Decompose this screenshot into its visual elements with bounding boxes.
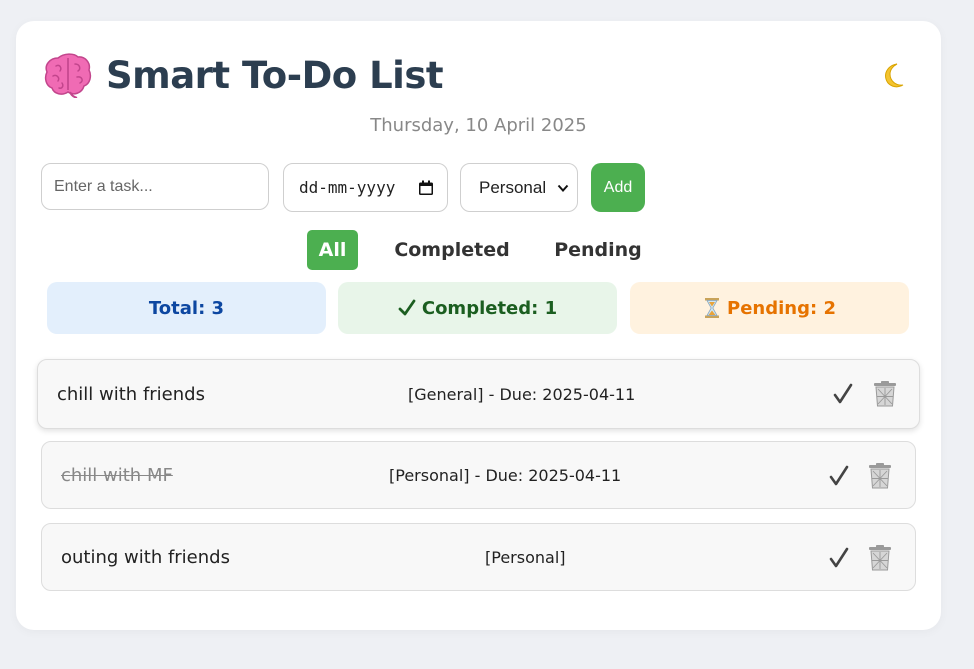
stat-completed-label: Completed: 1: [421, 297, 558, 319]
task-item: chill with MF [Personal] - Due: 2025-04-…: [41, 441, 916, 509]
task-name-completed: chill with MF: [61, 464, 173, 486]
add-button[interactable]: Add: [591, 163, 645, 212]
calendar-icon[interactable]: [418, 180, 434, 196]
filter-completed[interactable]: Completed: [386, 230, 518, 270]
current-date: Thursday, 10 April 2025: [370, 115, 587, 136]
trash-icon[interactable]: [873, 381, 897, 407]
stat-completed: Completed: 1: [338, 282, 617, 334]
todo-card: Smart To-Do List Thursday, 10 April 2025…: [16, 21, 941, 630]
complete-check-icon[interactable]: [828, 464, 850, 488]
stat-total-label: Total: 3: [148, 297, 225, 319]
checkmark-icon: [398, 299, 416, 317]
trash-icon[interactable]: [868, 463, 892, 489]
trash-icon[interactable]: [868, 545, 892, 571]
stat-total: Total: 3: [47, 282, 326, 334]
task-name: chill with friends: [57, 383, 205, 405]
task-meta: [General] - Due: 2025-04-11: [408, 384, 636, 404]
task-input[interactable]: [41, 163, 269, 210]
complete-check-icon[interactable]: [828, 546, 850, 570]
due-date-input[interactable]: dd-mm-yyyy: [283, 163, 448, 212]
filter-pending[interactable]: Pending: [548, 230, 648, 270]
task-meta: [Personal] - Due: 2025-04-11: [389, 465, 622, 485]
complete-check-icon[interactable]: [832, 382, 854, 406]
filter-all[interactable]: All: [307, 230, 358, 270]
crescent-moon-icon[interactable]: [877, 61, 907, 91]
category-select[interactable]: Personal: [460, 163, 578, 212]
app-header: Smart To-Do List: [44, 51, 444, 99]
hourglass-icon: [703, 297, 721, 319]
page-title: Smart To-Do List: [106, 53, 444, 97]
category-selected-value: Personal: [479, 177, 547, 197]
task-item: outing with friends [Personal]: [41, 523, 916, 591]
task-meta: [Personal]: [485, 547, 566, 567]
chevron-down-icon: [557, 184, 569, 192]
stat-pending: Pending: 2: [630, 282, 909, 334]
brain-icon: [44, 53, 92, 98]
filter-bar: All Completed Pending: [16, 230, 941, 270]
date-placeholder: dd-mm-yyyy: [299, 178, 396, 197]
stat-pending-label: Pending: 2: [727, 297, 836, 319]
task-item: chill with friends [General] - Due: 2025…: [37, 359, 920, 429]
task-name: outing with friends: [61, 546, 230, 568]
